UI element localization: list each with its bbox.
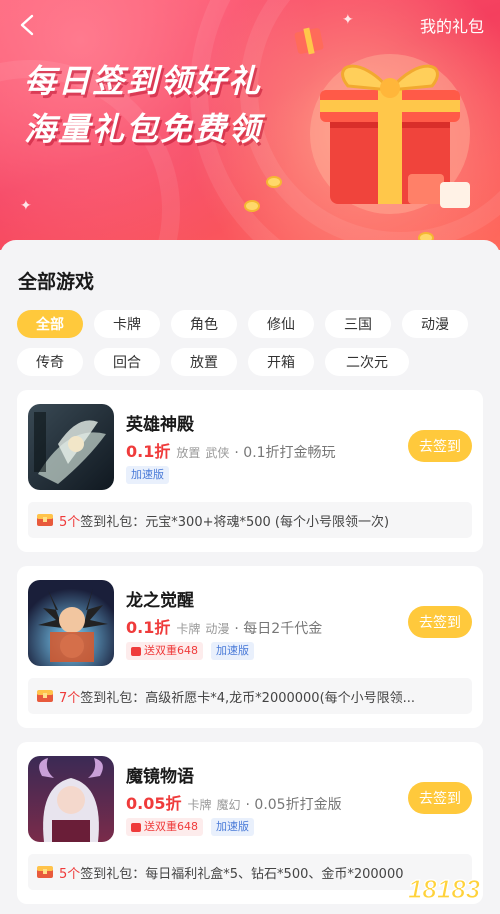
sign-in-button[interactable]: 去签到 — [408, 430, 472, 462]
speed-version-badge: 加速版 — [211, 642, 254, 660]
gift-info-bar[interactable]: 5个 签到礼包：元宝*300+将魂*500 (每个小号限领一次) — [28, 502, 472, 538]
game-description: · 0.05折打金版 — [245, 797, 342, 813]
gift-count: 5个 — [59, 866, 81, 882]
genre-tag: 放置 — [176, 446, 201, 460]
game-meta: 0.05折 卡牌 魔幻 · 0.05折打金版 — [126, 790, 342, 814]
gift-badge-label: 送双重648 — [144, 820, 198, 833]
chest-icon — [37, 690, 53, 702]
gift-mini-icon — [131, 822, 141, 832]
game-meta: 0.1折 放置 武侠 · 0.1折打金畅玩 — [126, 438, 336, 462]
gift-text: 签到礼包：每日福利礼盒*5、钻石*500、金币*200000 — [80, 866, 404, 882]
back-button[interactable] — [14, 12, 40, 38]
svg-text:18183: 18183 — [408, 874, 481, 904]
badge-row: 加速版 — [126, 466, 169, 484]
speed-version-badge: 加速版 — [211, 818, 254, 836]
gift-text: 签到礼包：高级祈愿卡*4,龙币*2000000(每个小号限领... — [80, 690, 416, 706]
filter-chip-xiuxian[interactable]: 修仙 — [248, 310, 314, 338]
game-icon[interactable] — [28, 404, 114, 490]
game-title: 英雄神殿 — [126, 415, 194, 435]
sparkle-icon: ✦ — [20, 198, 32, 214]
gift-box-illustration — [294, 27, 470, 214]
genre-tag: 卡牌 — [187, 798, 212, 812]
filter-chip-turn[interactable]: 回合 — [94, 348, 160, 376]
banner-subheadline: 海量礼包免费领 — [24, 110, 263, 148]
game-card[interactable]: 龙之觉醒 0.1折 卡牌 动漫 · 每日2千代金 送双重648 加速版 去签到 … — [17, 566, 483, 728]
coin-decoration — [244, 200, 260, 212]
gift-mini-icon — [131, 646, 141, 656]
gift-badge-label: 送双重648 — [144, 644, 198, 657]
gift-count: 5个 — [59, 514, 81, 530]
coin-decoration — [266, 176, 282, 188]
gift-text: 签到礼包：元宝*300+将魂*500 (每个小号限领一次) — [80, 514, 390, 530]
game-description: · 每日2千代金 — [234, 621, 323, 637]
game-icon[interactable] — [28, 756, 114, 842]
back-arrow-icon — [20, 14, 34, 36]
game-description: · 0.1折打金畅玩 — [234, 445, 336, 461]
filter-chip-card[interactable]: 卡牌 — [94, 310, 160, 338]
game-card[interactable]: 英雄神殿 0.1折 放置 武侠 · 0.1折打金畅玩 加速版 去签到 5个 签到… — [17, 390, 483, 552]
filter-chip-idle[interactable]: 放置 — [171, 348, 237, 376]
filter-chip-role[interactable]: 角色 — [171, 310, 237, 338]
chest-icon — [37, 866, 53, 878]
watermark-logo: 18183 — [407, 873, 481, 904]
game-meta: 0.1折 卡牌 动漫 · 每日2千代金 — [126, 614, 322, 638]
genre-tag: 动漫 — [205, 622, 230, 636]
gift-badge: 送双重648 — [126, 642, 203, 660]
discount-label: 0.05折 — [126, 794, 182, 813]
gift-count: 7个 — [59, 690, 81, 706]
game-icon[interactable] — [28, 580, 114, 666]
game-title: 魔镜物语 — [126, 767, 194, 787]
badge-row: 送双重648 加速版 — [126, 642, 254, 660]
sign-in-button[interactable]: 去签到 — [408, 606, 472, 638]
gift-badge: 送双重648 — [126, 818, 203, 836]
gift-info-bar[interactable]: 7个 签到礼包：高级祈愿卡*4,龙币*2000000(每个小号限领... — [28, 678, 472, 714]
discount-label: 0.1折 — [126, 442, 171, 461]
filter-chip-anime[interactable]: 动漫 — [402, 310, 468, 338]
banner-headline: 每日签到领好礼 — [24, 62, 263, 100]
sign-in-button[interactable]: 去签到 — [408, 782, 472, 814]
genre-tag: 魔幻 — [216, 798, 241, 812]
header-banner: 我的礼包 每日签到领好礼 海量礼包免费领 ✦ ✦ — [0, 0, 500, 250]
filter-chip-all[interactable]: 全部 — [17, 310, 83, 338]
genre-tag: 卡牌 — [176, 622, 201, 636]
filter-chip-legend[interactable]: 传奇 — [17, 348, 83, 376]
filter-chip-box[interactable]: 开箱 — [248, 348, 314, 376]
game-title: 龙之觉醒 — [126, 591, 194, 611]
speed-version-badge: 加速版 — [126, 466, 169, 484]
discount-label: 0.1折 — [126, 618, 171, 637]
badge-row: 送双重648 加速版 — [126, 818, 254, 836]
chest-icon — [37, 514, 53, 526]
section-title: 全部游戏 — [18, 271, 95, 293]
filter-chip-sanguo[interactable]: 三国 — [325, 310, 391, 338]
filter-chip-acg[interactable]: 二次元 — [325, 348, 409, 376]
genre-tag: 武侠 — [205, 446, 230, 460]
sparkle-icon: ✦ — [342, 12, 354, 28]
